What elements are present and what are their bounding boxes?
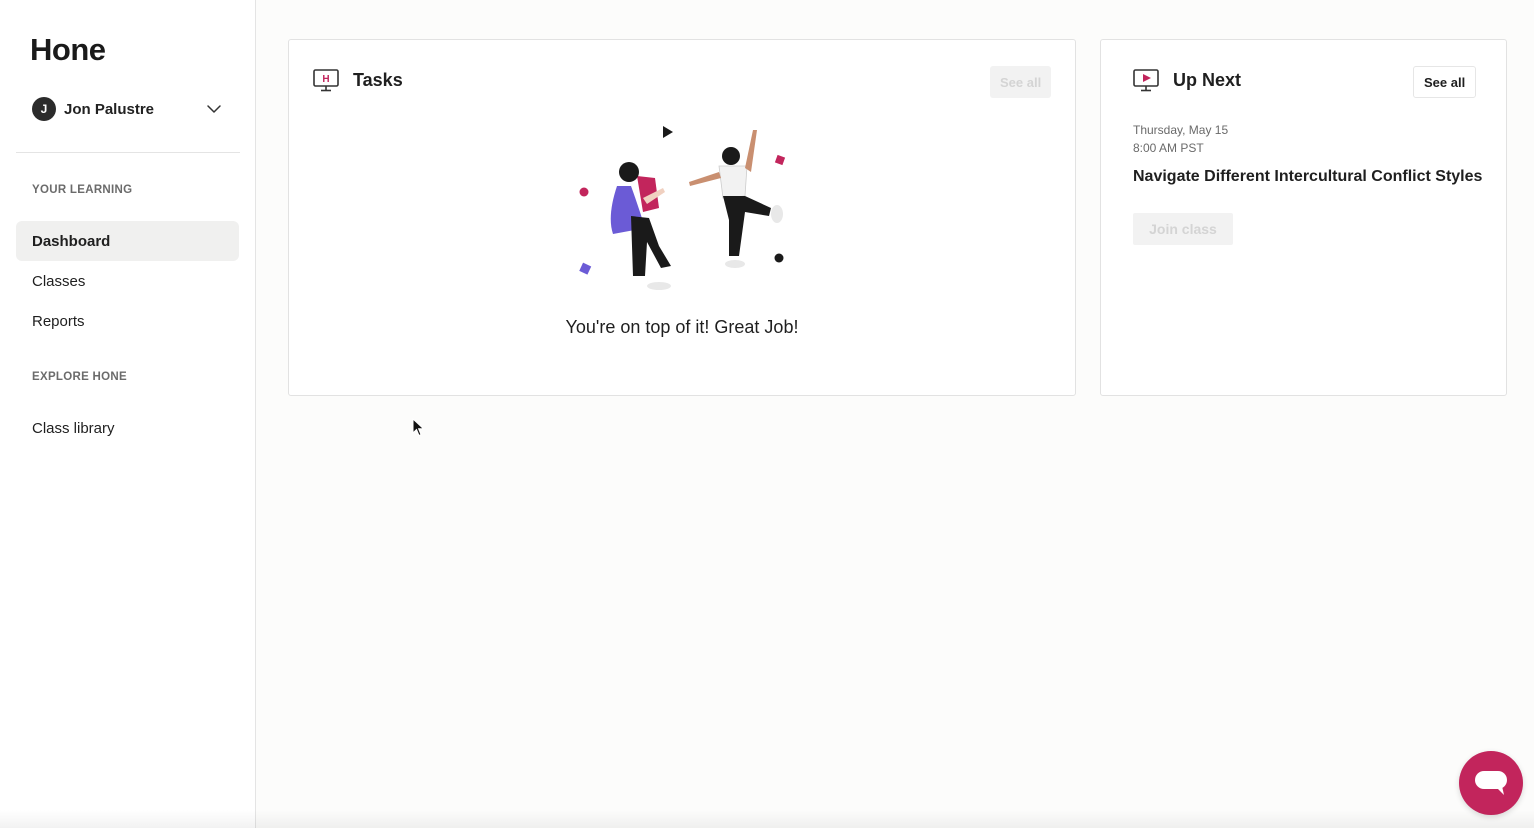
monitor-h-icon: H <box>313 69 339 92</box>
bottom-shadow <box>0 810 1534 828</box>
tasks-card: H Tasks See all You're on top of it! Gre… <box>288 39 1076 396</box>
up-next-title: Up Next <box>1173 70 1242 90</box>
chat-bubble-icon <box>1475 771 1507 795</box>
avatar: J <box>32 97 56 121</box>
app-root: Hone J Jon Palustre YOUR LEARNING Dashbo… <box>0 0 1534 828</box>
mouse-cursor-icon <box>412 418 425 437</box>
sidebar-divider <box>16 152 240 153</box>
celebration-illustration <box>579 126 786 290</box>
class-time: 8:00 AM PST <box>1133 141 1204 155</box>
chat-support-button[interactable] <box>1459 751 1523 815</box>
sidebar-item-dashboard[interactable]: Dashboard <box>16 221 239 261</box>
app-logo[interactable]: Hone <box>30 32 106 68</box>
up-next-see-all-button[interactable]: See all <box>1413 66 1477 98</box>
sidebar-item-class-library[interactable]: Class library <box>16 408 239 448</box>
section-label-your-learning: YOUR LEARNING <box>32 184 133 196</box>
class-date: Thursday, May 15 <box>1133 123 1229 137</box>
user-name: Jon Palustre <box>64 100 155 118</box>
section-label-explore-hone: EXPLORE HONE <box>32 371 127 383</box>
sidebar: Hone J Jon Palustre YOUR LEARNING Dashbo… <box>0 0 256 828</box>
svg-text:H: H <box>322 74 329 85</box>
tasks-title: Tasks <box>353 70 403 90</box>
up-next-card: Up Next See all Thursday, May 15 8:00 AM… <box>1100 39 1507 396</box>
tasks-see-all-button[interactable]: See all <box>990 66 1052 98</box>
user-menu[interactable]: J Jon Palustre <box>32 96 224 122</box>
monitor-play-icon <box>1133 69 1159 92</box>
join-class-button[interactable]: Join class <box>1133 213 1233 245</box>
sidebar-item-classes[interactable]: Classes <box>16 261 239 301</box>
tasks-empty-message: You're on top of it! Great Job! <box>565 317 799 337</box>
class-title-link[interactable]: Navigate Different Intercultural Conflic… <box>1133 168 1482 186</box>
chevron-down-icon[interactable] <box>206 101 222 117</box>
sidebar-item-reports[interactable]: Reports <box>16 301 239 341</box>
